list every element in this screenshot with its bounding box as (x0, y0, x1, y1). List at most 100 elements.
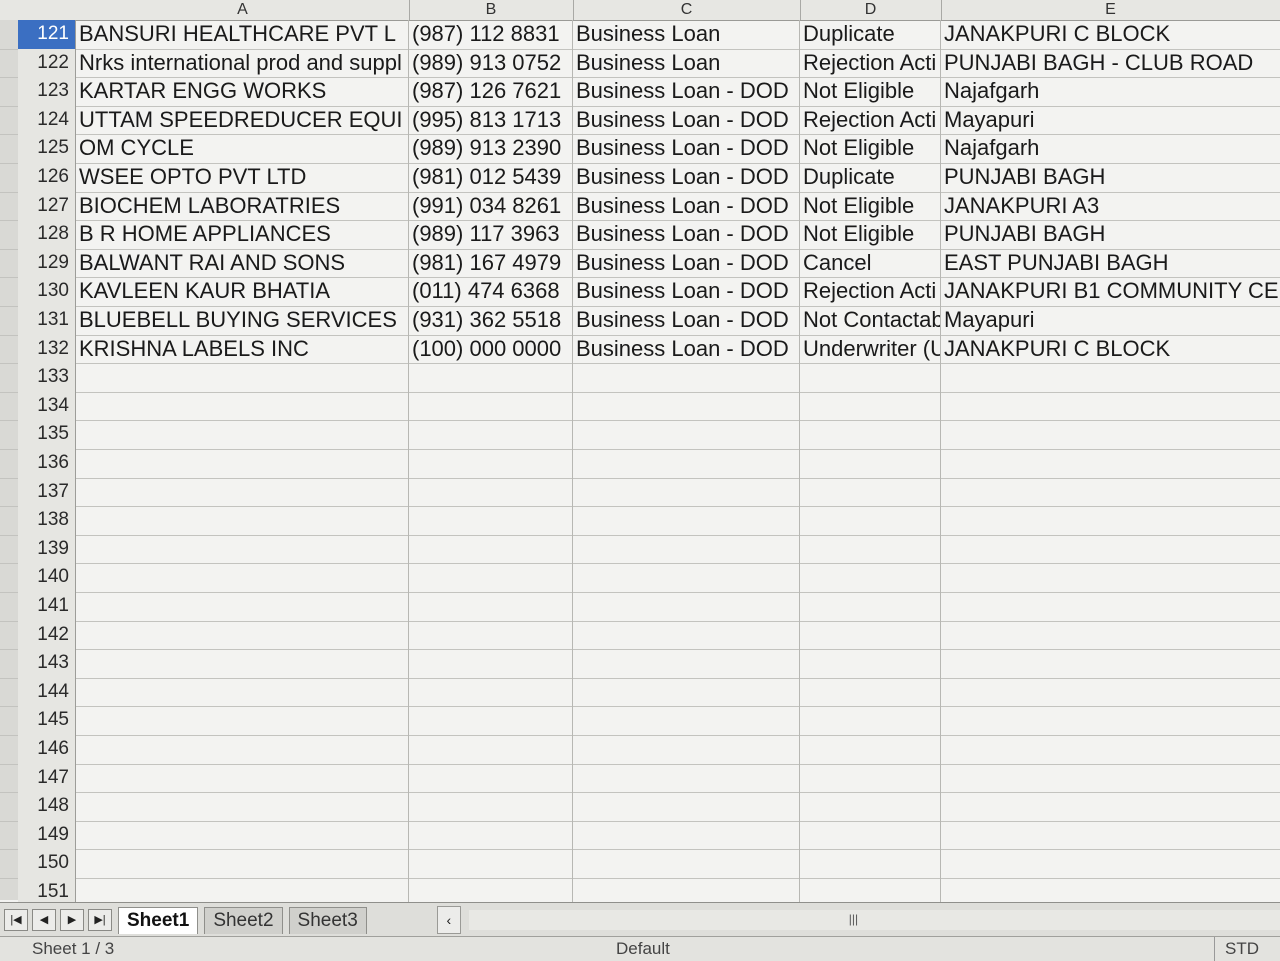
cell-c[interactable]: Business Loan - DOD (573, 77, 800, 106)
row-number[interactable]: 133 (18, 363, 76, 392)
cell-b[interactable]: (100) 000 0000 (409, 334, 573, 364)
cell-b[interactable] (409, 563, 573, 592)
cell-d[interactable] (800, 763, 941, 793)
cell-e[interactable]: JANAKPURI B1 COMMUNITY CENTE (941, 277, 1280, 306)
cell-d[interactable] (800, 506, 941, 535)
cell-e[interactable]: JANAKPURI C BLOCK (941, 335, 1280, 364)
cell-e[interactable] (941, 563, 1280, 592)
cell-c[interactable]: Business Loan - DOD (573, 248, 800, 278)
row-number[interactable]: 147 (18, 763, 76, 793)
cell-b[interactable] (409, 649, 573, 678)
cell-a[interactable]: KARTAR ENGG WORKS (76, 77, 409, 106)
tab-sheet2[interactable]: Sheet2 (204, 906, 283, 934)
cell-a[interactable] (76, 792, 409, 821)
cell-a[interactable] (76, 449, 409, 478)
cell-b[interactable] (409, 592, 573, 621)
cell-c[interactable] (573, 563, 800, 592)
cell-c[interactable] (573, 820, 800, 850)
row-number[interactable]: 121 (18, 20, 76, 49)
prev-sheet-button[interactable]: ◀ (32, 909, 56, 931)
cell-e[interactable] (941, 649, 1280, 678)
cell-a[interactable]: Nrks international prod and suppl (76, 48, 409, 78)
scroll-left-button[interactable]: ‹ (436, 906, 461, 934)
cell-e[interactable]: PUNJABI BAGH - CLUB ROAD (941, 49, 1280, 78)
cell-d[interactable] (800, 849, 941, 878)
row-number[interactable]: 141 (18, 592, 76, 621)
cell-c[interactable] (573, 677, 800, 707)
row-number[interactable]: 123 (18, 77, 76, 106)
cell-c[interactable] (573, 735, 800, 764)
row-number[interactable]: 124 (18, 105, 76, 135)
cell-b[interactable]: (989) 117 3963 (409, 220, 573, 249)
cell-e[interactable]: JANAKPURI A3 (941, 192, 1280, 221)
next-sheet-button[interactable]: ▶ (60, 909, 84, 931)
cell-d[interactable]: Not Contactab (800, 306, 941, 335)
cell-e[interactable]: Najafgarh (941, 134, 1280, 163)
row-number[interactable]: 135 (18, 420, 76, 449)
cell-a[interactable]: BLUEBELL BUYING SERVICES (76, 306, 409, 335)
cell-c[interactable] (573, 592, 800, 621)
cell-c[interactable] (573, 449, 800, 478)
first-sheet-button[interactable]: |◀ (4, 909, 28, 931)
cell-b[interactable]: (995) 813 1713 (409, 105, 573, 135)
cell-d[interactable] (800, 649, 941, 678)
cell-b[interactable]: (931) 362 5518 (409, 306, 573, 335)
cell-d[interactable] (800, 820, 941, 850)
cell-d[interactable]: Not Eligible (800, 220, 941, 249)
cell-b[interactable]: (011) 474 6368 (409, 277, 573, 306)
cell-a[interactable] (76, 477, 409, 507)
cell-c[interactable]: Business Loan - DOD (573, 163, 800, 192)
cell-a[interactable]: KAVLEEN KAUR BHATIA (76, 277, 409, 306)
cell-b[interactable] (409, 820, 573, 850)
cell-a[interactable] (76, 763, 409, 793)
row-number[interactable]: 138 (18, 506, 76, 535)
cell-d[interactable] (800, 620, 941, 650)
cell-d[interactable] (800, 534, 941, 564)
cell-a[interactable]: WSEE OPTO PVT LTD (76, 163, 409, 192)
cell-b[interactable] (409, 763, 573, 793)
cell-e[interactable] (941, 792, 1280, 821)
cell-a[interactable] (76, 420, 409, 449)
cell-d[interactable] (800, 677, 941, 707)
row-number[interactable]: 136 (18, 449, 76, 478)
column-header-a[interactable]: A (76, 0, 410, 20)
cell-a[interactable] (76, 592, 409, 621)
cell-c[interactable] (573, 849, 800, 878)
cell-a[interactable] (76, 391, 409, 421)
cell-d[interactable] (800, 391, 941, 421)
cell-d[interactable]: Cancel (800, 248, 941, 278)
cell-d[interactable]: Rejection Acti (800, 48, 941, 78)
cell-c[interactable] (573, 506, 800, 535)
column-header-e[interactable]: E (941, 0, 1280, 20)
cell-e[interactable] (941, 392, 1280, 421)
cell-b[interactable]: (981) 167 4979 (409, 248, 573, 278)
cell-d[interactable]: Underwriter (U (800, 334, 941, 364)
cell-a[interactable]: OM CYCLE (76, 134, 409, 163)
status-selection-mode[interactable]: STD (1214, 937, 1259, 961)
cell-b[interactable]: (987) 126 7621 (409, 77, 573, 106)
cell-a[interactable] (76, 363, 409, 392)
cell-e[interactable]: PUNJABI BAGH (941, 220, 1280, 249)
row-number[interactable]: 143 (18, 649, 76, 678)
cell-a[interactable]: UTTAM SPEEDREDUCER EQUI (76, 105, 409, 135)
cell-a[interactable]: KRISHNA LABELS INC (76, 334, 409, 364)
cell-d[interactable] (800, 420, 941, 449)
cell-e[interactable] (941, 420, 1280, 449)
cell-a[interactable] (76, 677, 409, 707)
cell-d[interactable] (800, 477, 941, 507)
status-page-style[interactable]: Default (616, 937, 670, 961)
column-header-d[interactable]: D (800, 0, 942, 20)
cell-b[interactable]: (981) 012 5439 (409, 163, 573, 192)
cell-b[interactable] (409, 677, 573, 707)
cell-c[interactable]: Business Loan - DOD (573, 306, 800, 335)
cell-a[interactable] (76, 706, 409, 735)
cell-b[interactable] (409, 849, 573, 878)
cell-b[interactable] (409, 420, 573, 449)
cell-a[interactable] (76, 563, 409, 592)
cell-a[interactable]: BALWANT RAI AND SONS (76, 248, 409, 278)
cell-a[interactable]: BIOCHEM LABORATRIES (76, 191, 409, 221)
cell-c[interactable] (573, 420, 800, 449)
cell-b[interactable] (409, 706, 573, 735)
row-number[interactable]: 148 (18, 792, 76, 821)
cell-e[interactable]: EAST PUNJABI BAGH (941, 249, 1280, 278)
